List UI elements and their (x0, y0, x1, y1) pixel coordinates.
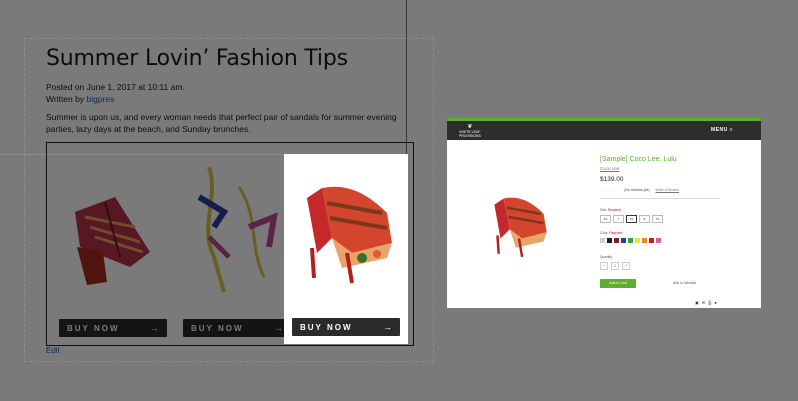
add-to-wishlist-button[interactable]: Add to Wishlist (673, 281, 696, 285)
share-icons: ▣ ✉ ⎙ ● (695, 300, 717, 305)
qty-value[interactable]: 1 (611, 262, 619, 270)
divider (600, 198, 720, 199)
color-swatch[interactable] (607, 238, 612, 243)
size-option[interactable]: 8 (639, 215, 650, 223)
email-icon[interactable]: ✉ (702, 300, 705, 305)
qty-increase-button[interactable]: + (622, 262, 630, 270)
size-options: 6S 7 6S 8 7S (600, 215, 663, 223)
product-card-3-highlighted[interactable]: BUY NOW → (284, 154, 408, 344)
size-label: Size: Required (600, 208, 621, 212)
pinterest-icon[interactable]: ● (714, 300, 716, 305)
product-image[interactable] (479, 180, 559, 260)
facebook-icon[interactable]: ▣ (695, 300, 699, 305)
qty-decrease-button[interactable]: − (600, 262, 608, 270)
color-swatch[interactable] (642, 238, 647, 243)
store-header: ❦ WHITE LEAF PROVISIONS MENU ≡ (447, 121, 761, 140)
color-required: Required (609, 231, 623, 235)
write-review-link[interactable]: Write a Review (656, 188, 679, 192)
buy-now-button-3[interactable]: BUY NOW → (292, 318, 400, 336)
color-swatch[interactable] (649, 238, 654, 243)
color-swatch[interactable] (614, 238, 619, 243)
product-page-preview[interactable]: ❦ WHITE LEAF PROVISIONS MENU ≡ [Sample] … (447, 118, 761, 308)
size-option[interactable]: 7S (652, 215, 663, 223)
color-label: Color: Required (600, 231, 622, 235)
size-required: Required (607, 208, 621, 212)
product-name: [Sample] Coco Lee, Lulu (600, 156, 677, 163)
no-reviews-text: (No reviews yet) (624, 188, 650, 192)
store-logo[interactable]: ❦ WHITE LEAF PROVISIONS (459, 124, 481, 138)
rating-stars-icon: ☆☆☆☆☆ (600, 188, 619, 192)
color-swatch[interactable] (621, 238, 626, 243)
size-option[interactable]: 6S (600, 215, 611, 223)
arrow-right-icon: → (383, 322, 392, 332)
reviews-row: ☆☆☆☆☆ (No reviews yet) Write a Review (600, 188, 679, 192)
strappy-heel-image (307, 186, 392, 284)
size-option[interactable]: 7 (613, 215, 624, 223)
size-option-selected[interactable]: 6S (626, 215, 637, 223)
add-to-cart-button[interactable]: Add to Cart (600, 279, 636, 288)
menu-button[interactable]: MENU ≡ (711, 127, 733, 133)
product-price: $139.00 (600, 176, 624, 183)
color-swatch[interactable] (635, 238, 640, 243)
color-swatch[interactable] (628, 238, 633, 243)
color-swatches (600, 238, 661, 243)
product-brand-link[interactable]: Coco Lee (600, 166, 619, 171)
buy-now-label: BUY NOW (300, 322, 353, 332)
color-swatch[interactable] (600, 238, 605, 243)
color-swatch[interactable] (656, 238, 661, 243)
quantity-stepper: − 1 + (600, 262, 630, 270)
print-icon[interactable]: ⎙ (708, 300, 711, 305)
logo-line-2: PROVISIONS (459, 134, 481, 138)
size-label-text: Size: (600, 208, 608, 212)
color-label-text: Color: (600, 231, 609, 235)
quantity-label: Quantity: (600, 255, 613, 259)
